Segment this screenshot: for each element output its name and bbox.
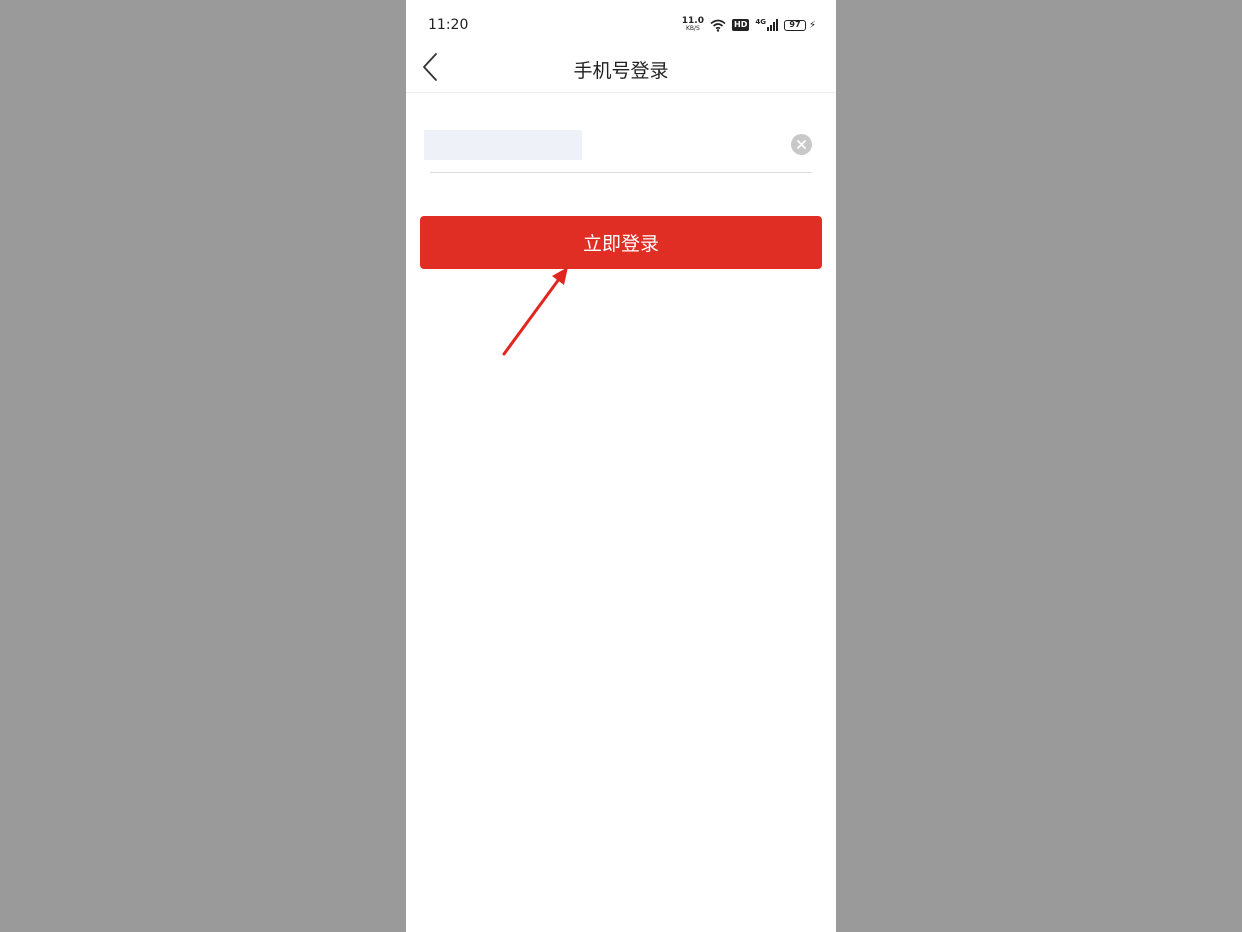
page-title: 手机号登录 bbox=[573, 60, 669, 82]
network-speed: 11.0 KB/S bbox=[681, 16, 704, 33]
status-icons: 11.0 KB/S HD 4G 97 ⚡ bbox=[682, 16, 816, 34]
status-time: 11:20 bbox=[428, 17, 469, 33]
battery-icon: 97 bbox=[783, 19, 806, 31]
red-arrow-icon bbox=[502, 267, 568, 356]
hd-icon: HD bbox=[732, 19, 750, 31]
signal-label: 4G bbox=[755, 18, 766, 26]
phone-number-input[interactable] bbox=[424, 130, 784, 160]
clear-input-button[interactable] bbox=[791, 134, 812, 155]
clear-circle-icon bbox=[797, 140, 806, 149]
charging-bolt-icon: ⚡ bbox=[808, 19, 816, 31]
wifi-icon bbox=[710, 19, 726, 32]
battery-level: 97 bbox=[789, 20, 801, 29]
phone-number-field bbox=[424, 120, 812, 173]
login-button[interactable]: 立即登录 bbox=[420, 216, 822, 269]
network-speed-unit: KB/S bbox=[685, 25, 700, 32]
phone-screen: 11:20 11.0 KB/S HD 4G 97 ⚡ 手机号登录 立即登录 bbox=[406, 0, 836, 932]
network-speed-value: 11.0 bbox=[681, 16, 704, 26]
signal-icon: 4G bbox=[755, 19, 778, 31]
navigation-bar: 手机号登录 bbox=[406, 44, 836, 93]
status-bar: 11:20 11.0 KB/S HD 4G 97 ⚡ bbox=[406, 0, 836, 50]
